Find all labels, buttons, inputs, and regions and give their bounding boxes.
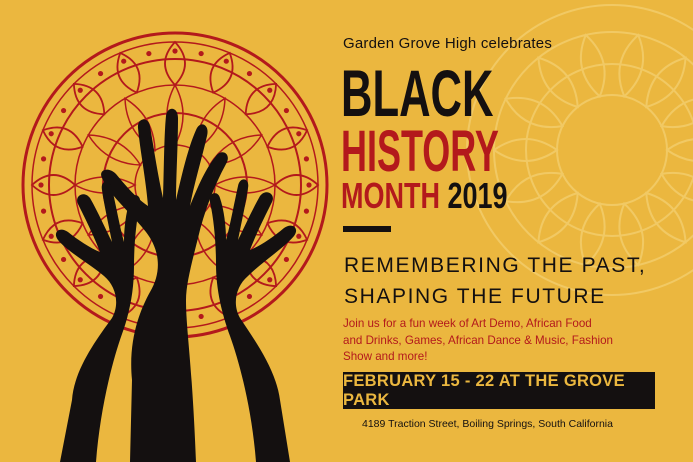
title-month-year: MONTH 2019: [341, 178, 508, 214]
intro-text: Garden Grove High celebrates: [343, 35, 553, 52]
tagline-line-2: SHAPING THE FUTURE: [344, 285, 606, 308]
title-history: HISTORY: [341, 119, 499, 184]
event-description: Join us for a fun week of Art Demo, Afri…: [343, 317, 613, 363]
title-year: 2019: [447, 175, 508, 216]
event-poster: Garden Grove High celebrates BLACK HISTO…: [0, 0, 693, 462]
date-location-text: FEBRUARY 15 - 22 AT THE GROVE PARK: [343, 371, 625, 409]
title-black: BLACK: [341, 56, 494, 130]
date-location-banner: FEBRUARY 15 - 22 AT THE GROVE PARK: [343, 372, 655, 409]
event-address: 4189 Traction Street, Boiling Springs, S…: [362, 418, 613, 430]
title-divider: [343, 226, 391, 232]
title-month: MONTH: [341, 175, 440, 216]
raised-hands-icon: [55, 108, 297, 462]
tagline-line-1: REMEMBERING THE PAST,: [344, 254, 647, 277]
